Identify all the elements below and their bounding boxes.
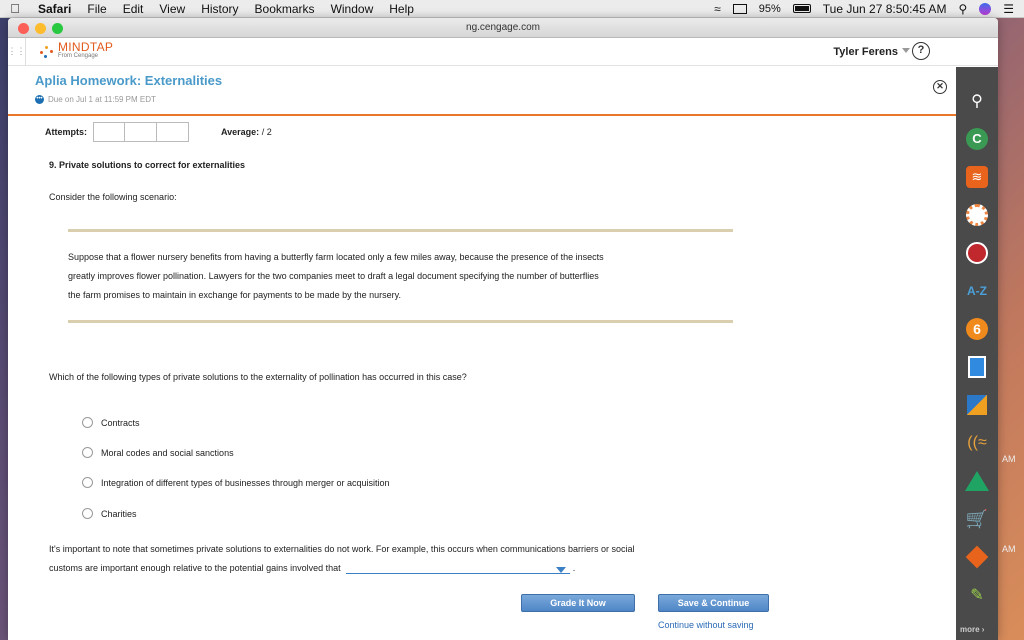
notification-center-icon[interactable]: ☰: [1003, 2, 1014, 16]
mindtap-logo-mark: [40, 45, 54, 59]
radio-button[interactable]: [82, 447, 93, 458]
siri-icon[interactable]: [979, 2, 992, 15]
readspeaker-icon[interactable]: [963, 201, 991, 229]
glossary-icon[interactable]: A-Z: [963, 277, 991, 305]
menu-safari[interactable]: Safari: [30, 2, 79, 16]
attempts-label: Attempts:: [45, 127, 87, 137]
activity-content: Aplia Homework: Externalities ••• Due on…: [8, 67, 956, 640]
due-date: ••• Due on Jul 1 at 11:59 PM EDT: [35, 95, 156, 104]
menu-file[interactable]: File: [79, 2, 114, 16]
shopping-cart-icon[interactable]: 🛒: [963, 505, 991, 533]
cengage-app-icon[interactable]: C: [963, 125, 991, 153]
scenario-line: the farm promises to maintain in exchang…: [68, 290, 401, 300]
option-contracts[interactable]: Contracts: [82, 417, 140, 428]
question-intro: Consider the following scenario:: [49, 192, 177, 202]
option-label: Charities: [101, 508, 137, 519]
apple-icon[interactable]: : [0, 1, 30, 16]
question-prompt: Which of the following types of private …: [49, 372, 467, 382]
menubar-status-area: ≈ 95% Tue Jun 27 8:50:45 AM ⚲ ☰: [714, 2, 1024, 16]
chevron-down-icon[interactable]: [902, 48, 910, 53]
answer-dropdown[interactable]: [346, 564, 571, 574]
progress-app-icon[interactable]: 6: [963, 315, 991, 343]
wifi-icon[interactable]: ≈: [714, 2, 721, 16]
dictionary-icon[interactable]: [963, 239, 991, 267]
scenario-line: Suppose that a flower nursery benefits f…: [68, 252, 604, 262]
mindtap-header: ⋮⋮ MINDTAP From Cengage Tyler Ferens ?: [8, 37, 998, 66]
logo-name: MINDTAP: [58, 39, 114, 54]
highlighter-icon[interactable]: [963, 391, 991, 419]
mindtap-logo[interactable]: MINDTAP From Cengage: [40, 39, 114, 61]
attempts: Attempts:: [45, 122, 189, 142]
option-label: Contracts: [101, 417, 140, 428]
header-divider: [8, 114, 956, 116]
more-icon: •••: [35, 95, 44, 104]
scenario-line: greatly improves flower pollination. Law…: [68, 271, 599, 281]
radio-button[interactable]: [82, 477, 93, 488]
menu-history[interactable]: History: [193, 2, 246, 16]
battery-percent: 95%: [758, 2, 781, 15]
help-button[interactable]: ?: [912, 42, 930, 60]
safari-window: ng.cengage.com ⋮⋮ MINDTAP From Cengage T…: [8, 18, 998, 640]
more-label: more: [960, 625, 980, 634]
option-label: Moral codes and social sanctions: [101, 447, 234, 458]
google-drive-icon[interactable]: [963, 467, 991, 495]
average-value: / 2: [261, 127, 272, 137]
radio-button[interactable]: [82, 417, 93, 428]
average-label: Average:: [221, 127, 260, 137]
note-line: It's important to note that sometimes pr…: [49, 544, 635, 554]
diamond-app-icon[interactable]: [963, 543, 991, 571]
question-title: 9. Private solutions to correct for exte…: [49, 160, 246, 170]
menu-edit[interactable]: Edit: [115, 2, 152, 16]
average: Average: / 2: [221, 127, 272, 137]
menu-window[interactable]: Window: [323, 2, 382, 16]
scenario-text: Suppose that a flower nursery benefits f…: [68, 248, 738, 305]
macos-menubar:  Safari File Edit View History Bookmark…: [0, 0, 1024, 18]
option-charities[interactable]: Charities: [82, 508, 137, 519]
note-line-text: customs are important enough relative to…: [49, 563, 341, 573]
scenario-divider-bottom: [68, 320, 733, 323]
close-activity-button[interactable]: ✕: [933, 80, 947, 94]
battery-icon[interactable]: [792, 4, 811, 13]
attempt-box: [93, 122, 125, 142]
option-moral-codes[interactable]: Moral codes and social sanctions: [82, 447, 234, 458]
scenario-divider-top: [68, 229, 733, 232]
activity-title: Aplia Homework: Externalities: [35, 73, 223, 88]
user-menu[interactable]: Tyler Ferens: [833, 46, 898, 58]
menubar-clock[interactable]: Tue Jun 27 8:50:45 AM: [823, 2, 947, 16]
airplay-icon[interactable]: [732, 3, 747, 14]
option-label: Integration of different types of busine…: [101, 477, 390, 488]
menu-bookmarks[interactable]: Bookmarks: [247, 2, 323, 16]
attempt-box: [157, 122, 189, 142]
radio-button[interactable]: [82, 508, 93, 519]
attempt-boxes: [93, 122, 189, 142]
app-grid-icon[interactable]: ⋮⋮: [8, 37, 26, 66]
attempt-box: [125, 122, 157, 142]
follow-up-note: It's important to note that sometimes pr…: [49, 540, 789, 578]
safari-titlebar: ng.cengage.com: [8, 18, 998, 38]
more-apps-link[interactable]: more ›: [960, 625, 984, 634]
address-bar[interactable]: ng.cengage.com: [8, 22, 998, 33]
notebook-icon[interactable]: [963, 353, 991, 381]
option-integration[interactable]: Integration of different types of busine…: [82, 477, 390, 488]
due-date-text: Due on Jul 1 at 11:59 PM EDT: [48, 95, 156, 104]
rss-feed-icon[interactable]: ≋: [963, 163, 991, 191]
grade-it-now-button[interactable]: Grade It Now: [521, 594, 635, 612]
menu-help[interactable]: Help: [381, 2, 422, 16]
edit-notes-icon[interactable]: ✎: [963, 581, 991, 609]
spotlight-icon[interactable]: ⚲: [958, 2, 967, 16]
app-dock: ⚲ C ≋ A-Z 6 ((≈ 🛒 ✎ more ›: [956, 67, 998, 640]
audio-icon[interactable]: ((≈: [963, 429, 991, 457]
desktop-label: AM: [1002, 454, 1016, 464]
note-line: customs are important enough relative to…: [49, 559, 789, 578]
desktop-label: AM: [1002, 544, 1016, 554]
menu-view[interactable]: View: [151, 2, 193, 16]
search-icon[interactable]: ⚲: [963, 87, 991, 115]
note-line-end: .: [572, 563, 576, 573]
continue-without-saving-link[interactable]: Continue without saving: [658, 620, 754, 630]
save-and-continue-button[interactable]: Save & Continue: [658, 594, 769, 612]
